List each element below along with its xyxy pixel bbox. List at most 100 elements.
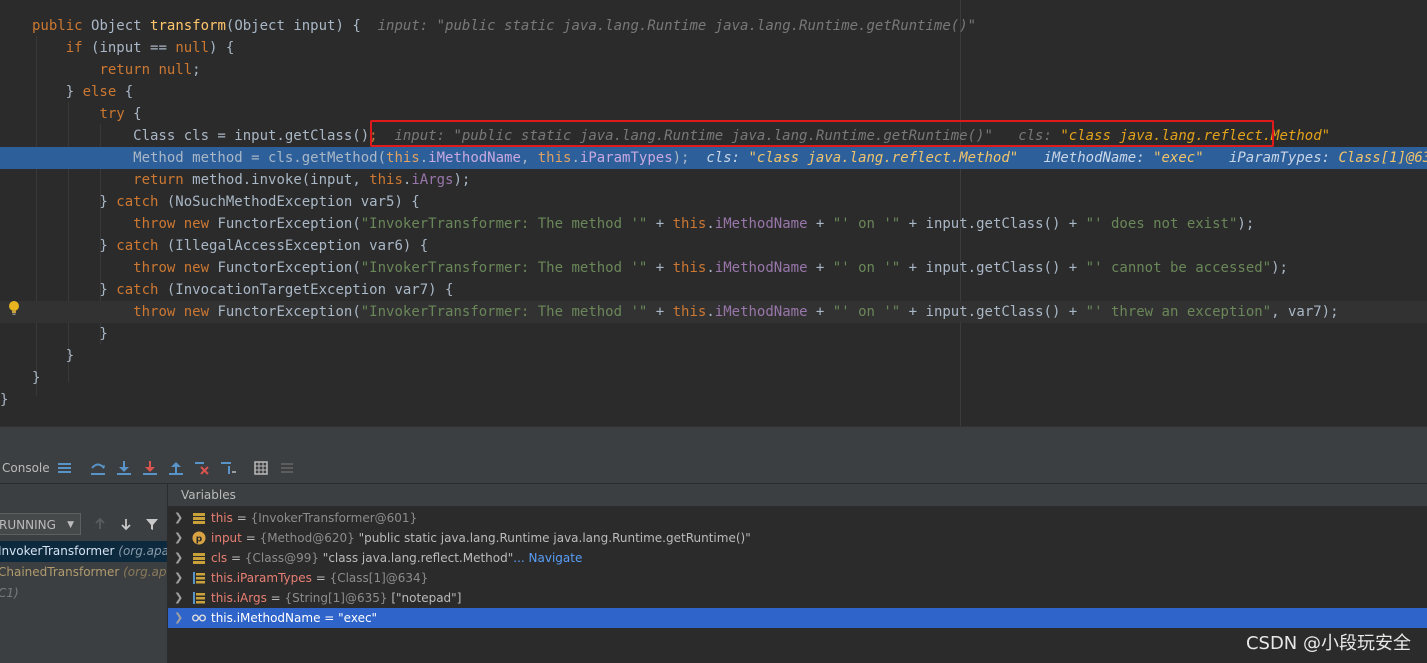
code-token: try	[99, 106, 134, 122]
chevron-right-icon[interactable]: ❯	[174, 548, 183, 568]
variable-equals: =	[227, 551, 245, 565]
chevron-right-icon[interactable]: ❯	[174, 528, 183, 548]
variable-value: "exec"	[338, 611, 378, 625]
evaluate-expression-icon[interactable]	[252, 459, 270, 477]
step-into-icon[interactable]	[115, 459, 133, 477]
code-token: .	[706, 260, 715, 276]
code-line[interactable]: return null;	[0, 59, 1427, 81]
frame-name: ChainedTransformer	[0, 565, 120, 579]
variable-text: cls = {Class@99} "class java.lang.reflec…	[211, 548, 582, 568]
code-token: + input.getClass() +	[900, 304, 1086, 320]
code-line[interactable]: }	[0, 389, 1427, 411]
force-step-into-icon[interactable]	[141, 459, 159, 477]
navigate-link[interactable]: ... Navigate	[513, 551, 582, 565]
code-token: }	[32, 326, 108, 342]
filter-icon[interactable]	[144, 516, 160, 532]
step-out-icon[interactable]	[167, 459, 185, 477]
frame-item[interactable]: ChainedTransformer (org.apa	[0, 562, 167, 583]
code-token: FunctorException(	[217, 216, 361, 232]
chevron-right-icon[interactable]: ❯	[174, 568, 183, 588]
code-line[interactable]: throw new FunctorException("InvokerTrans…	[0, 213, 1427, 235]
code-token: }	[32, 194, 117, 210]
arrow-down-icon[interactable]	[118, 516, 134, 532]
chevron-right-icon[interactable]: ❯	[174, 608, 183, 628]
svg-text:p: p	[196, 535, 203, 545]
code-line[interactable]: public Object transform(Object input) { …	[0, 15, 1427, 37]
code-token: "InvokerTransformer: The method '"	[360, 260, 648, 276]
code-token: "' threw an exception"	[1085, 304, 1272, 320]
code-token: ,	[520, 150, 538, 166]
array-icon	[192, 571, 206, 585]
panel-divider[interactable]	[0, 426, 1427, 454]
code-token: (NoSuchMethodException var5) {	[166, 194, 420, 210]
code-token: if	[65, 40, 92, 56]
code-token: "' on '"	[832, 216, 901, 232]
watch-icon	[192, 611, 206, 625]
array-icon	[192, 591, 206, 605]
code-line[interactable]: if (input == null) {	[0, 37, 1427, 59]
menu-icon[interactable]	[56, 459, 74, 477]
code-line[interactable]: }	[0, 345, 1427, 367]
code-token: this	[386, 150, 420, 166]
code-line-selected[interactable]: Method method = cls.getMethod(this.iMeth…	[0, 147, 1427, 169]
variable-row[interactable]: ❯ this.iMethodName = "exec"	[168, 608, 1427, 628]
variable-text: this.iArgs = {String[1]@635} ["notepad"]	[211, 588, 461, 608]
arrow-up-icon[interactable]	[92, 516, 108, 532]
variable-value: ["notepad"]	[387, 591, 462, 605]
code-line[interactable]: }	[0, 367, 1427, 389]
code-token: + input.getClass() +	[900, 216, 1086, 232]
thread-selector[interactable]: RUNNING ▼	[0, 513, 81, 535]
variable-name: this.iParamTypes	[211, 571, 312, 585]
tab-console[interactable]: Console	[2, 453, 50, 483]
inline-hint: iParamTypes:	[1203, 150, 1339, 166]
variable-row[interactable]: ❯ this.iParamTypes = {Class[1]@634}	[168, 568, 1427, 588]
code-token: iParamTypes	[579, 150, 673, 166]
code-token: "InvokerTransformer: The method '"	[360, 216, 648, 232]
trace-icon[interactable]	[278, 459, 296, 477]
code-line[interactable]: return method.invoke(input, this.iArgs);	[0, 169, 1427, 191]
chevron-right-icon[interactable]: ❯	[174, 588, 183, 608]
lightbulb-icon[interactable]	[7, 300, 21, 316]
frame-package: (org.apa	[118, 544, 167, 558]
code-token: +	[807, 304, 833, 320]
code-token: +	[807, 260, 833, 276]
frame-item[interactable]: C1)	[0, 583, 167, 604]
thread-state: RUNNING	[0, 518, 56, 532]
code-line[interactable]: } catch (InvocationTargetException var7)…	[0, 279, 1427, 301]
highlight-box	[370, 120, 1274, 147]
code-line[interactable]: } else {	[0, 81, 1427, 103]
code-line[interactable]: } catch (IllegalAccessException var6) {	[0, 235, 1427, 257]
variable-equals: =	[241, 531, 260, 545]
step-over-icon[interactable]	[89, 459, 107, 477]
code-token: FunctorException(	[217, 304, 361, 320]
variable-text: this.iMethodName = "exec"	[211, 608, 377, 628]
code-token: this	[672, 216, 707, 232]
code-editor[interactable]: public Object transform(Object input) { …	[0, 0, 1427, 426]
code-token: (IllegalAccessException var6) {	[166, 238, 429, 254]
variable-type: {Class@99}	[244, 551, 319, 565]
code-token: iMethodName	[714, 260, 808, 276]
code-token: iMethodName	[428, 150, 521, 166]
code-token: .	[706, 216, 715, 232]
drop-frame-icon[interactable]	[193, 459, 211, 477]
variable-row[interactable]: ❯ cls = {Class@99} "class java.lang.refle…	[168, 548, 1427, 568]
run-to-cursor-icon[interactable]	[219, 459, 237, 477]
code-line[interactable]: }	[0, 323, 1427, 345]
code-token: null	[175, 40, 210, 56]
variable-row[interactable]: ❯ this = {InvokerTransformer@601}	[168, 508, 1427, 528]
variable-row[interactable]: ❯ this.iArgs = {String[1]@635} ["notepad"…	[168, 588, 1427, 608]
variable-equals: =	[311, 571, 330, 585]
variable-row[interactable]: ❯ p input = {Method@620} "public static ja…	[168, 528, 1427, 548]
code-line[interactable]: throw new FunctorException("InvokerTrans…	[0, 257, 1427, 279]
code-line[interactable]: throw new FunctorException("InvokerTrans…	[0, 301, 1427, 323]
chevron-right-icon[interactable]: ❯	[174, 508, 183, 528]
code-token: {	[133, 106, 142, 122]
code-line[interactable]: } catch (NoSuchMethodException var5) {	[0, 191, 1427, 213]
code-token: transform	[150, 18, 226, 34]
frame-item[interactable]: InvokerTransformer (org.apa	[0, 541, 167, 562]
code-token: );	[1237, 216, 1255, 232]
code-token: this	[369, 172, 403, 188]
